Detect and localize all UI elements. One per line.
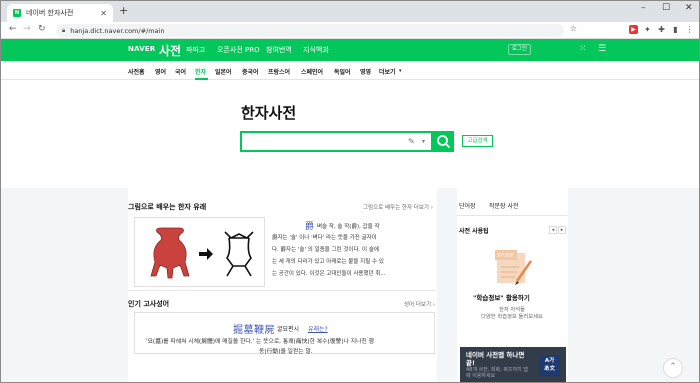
menu-dots-icon[interactable]: ⋮ [685,25,694,34]
tab-writing-dict[interactable]: 작문장 사전 [489,201,519,210]
tips-title: 사전 사용팁 [459,228,489,235]
nav-participation-translate[interactable]: 참여번역 [266,45,292,55]
origin-explanation-line: 는 공간이 있다. 이것은 고대인들이 사용했던 취... [272,271,386,277]
tab-korean[interactable]: 국어 [175,67,186,76]
nav-open-dict-pro[interactable]: 오픈사전 PRO [217,45,260,55]
app-icon-line: あ文 [543,366,555,372]
minimize-icon[interactable]: – [641,3,646,13]
chevron-down-icon[interactable]: ▾ [399,68,402,74]
login-button[interactable]: 로그인 [508,44,531,55]
idiom-section-title: 인기 고사성어 [128,300,170,308]
extension-icon[interactable]: ✦ [643,25,652,34]
tab-english[interactable]: 영어 [155,67,166,76]
search-icon [437,135,450,148]
star-icon[interactable]: ☆ [569,24,578,33]
section-divider [128,290,436,291]
browser-window: N 네이버 한자사전 ✕ + – ☐ ✕ ← → ↻ 🔒︎ hanja.dict… [0,0,700,383]
idiom-hanja[interactable]: 掘墓鞭屍 [233,321,275,336]
close-window-icon[interactable]: ✕ [685,3,693,13]
new-tab-button[interactable]: + [119,4,128,18]
chevron-up-icon: ⌃ [669,362,677,372]
url-text: hanja.dict.naver.com/#/main [70,26,165,35]
idiom-reading: 굴묘편시 [277,326,300,333]
apps-grid-icon[interactable]: ⁙ [579,44,587,54]
origin-explanation-line: 다. 爵자는 '술' 의 일종을 그린 것이다. 이 술에 [272,247,379,253]
extensions-puzzle-icon[interactable]: ✚ [657,25,666,34]
naver-logo[interactable]: NAVER [128,45,155,53]
tab-hanja[interactable]: 한자 [195,67,206,76]
idiom-meaning-line: 동(行動)을 일컫는 말. [259,349,313,355]
maximize-icon[interactable]: ☐ [662,3,670,13]
tab-title: 네이버 한자사전 [26,9,74,17]
dictionary-tabs: 사전홈 영어 국어 한자 일본어 중국어 프랑스어 스페인어 독일어 영영 더보… [1,61,699,80]
origin-explanation-line: 爵자는 '술' 이나 '벼다' 라는 뜻을 가진 글자이 [272,235,377,241]
hanja-origin-illustration[interactable] [134,217,265,287]
search-input[interactable]: ✎ ▾ [240,131,433,152]
tab-chinese[interactable]: 중국어 [242,67,259,76]
dict-service-title[interactable]: 사전 [159,42,181,59]
advanced-search-button[interactable]: 고급검색 [462,135,493,147]
study-tag: STUDY [497,253,514,259]
study-notes-icon: STUDY [495,250,533,285]
idiom-more-link[interactable]: 성어 더보기 › [404,300,435,308]
naver-favicon-icon: N [13,9,21,17]
url-field[interactable]: 🔒︎ hanja.dict.naver.com/#/main [56,24,564,37]
lock-icon: 🔒︎ [62,26,66,34]
extension-red-icon[interactable]: ▶ [629,25,638,34]
dict-app-icon: A가 あ文 [539,355,560,376]
page-title: 한자사전 [241,104,297,122]
origin-explanation-line: 는 세 개의 다리가 있고 아래로는 불을 지필 수 있 [272,259,384,265]
app-promo-desc: 48개 사전, 회화, 퀴즈까지 앱에 이용하세요 [466,367,528,379]
learn-section-title: 그림으로 배우는 한자 유래 [128,203,207,211]
naver-header: NAVER 사전 파파고 오픈사전 PRO 참여번역 지식백과 로그인 ⁙ ☰ [1,39,699,61]
vessel-drawing-icon [150,227,254,279]
next-arrow-icon[interactable]: ▸ [558,226,566,234]
tip-title[interactable]: "학습정보" 활용하기 [473,292,530,302]
browser-tab[interactable]: N 네이버 한자사전 ✕ [7,4,113,22]
scroll-top-button[interactable]: ⌃ [663,358,683,378]
tab-wordbook[interactable]: 단어장 [459,201,476,210]
idiom-meaning-line: '묘(墓)를 파헤쳐 시체(屍體)에 매질을 한다.' 는 뜻으로, 통쾌(痛快… [146,339,374,345]
tab-japanese[interactable]: 일본어 [215,67,232,76]
dropdown-icon[interactable]: ▾ [422,138,425,145]
tab-en-en[interactable]: 영영 [360,67,371,76]
tab-french[interactable]: 프랑스어 [268,67,290,76]
tab-more[interactable]: 더보기 [379,67,396,76]
learn-more-link[interactable]: 그림으로 배우는 한자 더보기 › [363,203,433,211]
right-divider [457,215,567,216]
search-button[interactable] [433,131,454,152]
side-panel-icon[interactable]: ▮ [671,25,680,34]
back-icon[interactable]: ← [9,24,17,34]
app-icon-line: A가 [544,358,555,364]
active-tab-indicator [195,78,208,80]
forward-icon[interactable]: → [23,24,31,34]
handwriting-icon[interactable]: ✎ [408,137,415,146]
tab-close-icon[interactable]: ✕ [100,9,107,18]
tip-desc-line: 다양한 학습정보 둘러보세요 [481,314,543,320]
app-promo-title: 네이버 사전앱 하나면 끝! [466,351,525,367]
nav-papago[interactable]: 파파고 [186,45,205,55]
idiom-origin-link[interactable]: 유래는? [308,324,328,333]
origin-hanja[interactable]: 爵 [305,219,314,232]
tab-strip: N 네이버 한자사전 ✕ + – ☐ ✕ [1,1,699,22]
reload-icon[interactable]: ↻ [38,24,46,34]
origin-reading: 벼슬 작, 술 작(爵), 갑을 작 [317,224,380,230]
menu-icon[interactable]: ☰ [598,44,606,54]
address-bar-row: ← → ↻ 🔒︎ hanja.dict.naver.com/#/main ☆ ▶… [1,22,699,39]
tab-spanish[interactable]: 스페인어 [301,67,323,76]
nav-knowledge[interactable]: 지식백과 [303,45,329,55]
tab-german[interactable]: 독일어 [334,67,351,76]
tab-dict-home[interactable]: 사전홈 [128,67,145,76]
prev-arrow-icon[interactable]: ◂ [549,226,557,234]
